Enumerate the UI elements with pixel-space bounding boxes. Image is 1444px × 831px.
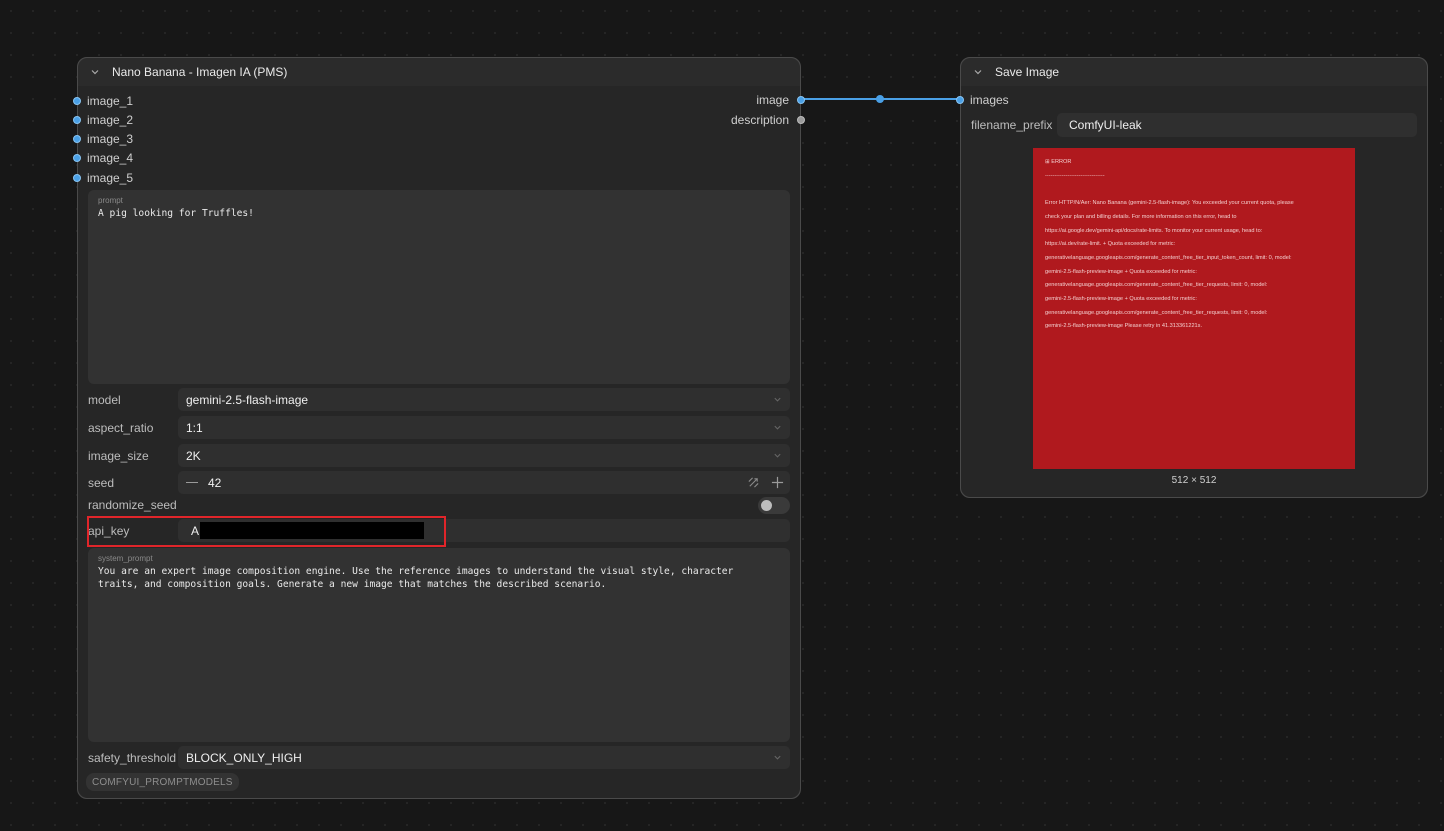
error-line: generativelanguage.googleapis.com/genera… bbox=[1045, 282, 1268, 289]
model-select[interactable]: gemini-2.5-flash-image bbox=[178, 388, 790, 411]
error-line: gemini-2.5-flash-preview-image + Quota e… bbox=[1045, 296, 1197, 303]
prompt-textarea[interactable]: prompt A pig looking for Truffles! bbox=[88, 190, 790, 384]
safety-threshold-label: safety_threshold bbox=[88, 750, 177, 765]
output-slot-image[interactable]: image bbox=[756, 92, 805, 108]
slot-dot-icon[interactable] bbox=[73, 135, 81, 143]
slot-label: image_3 bbox=[87, 132, 134, 146]
input-slot-image-1[interactable]: image_1 bbox=[73, 93, 133, 109]
slot-label: image_1 bbox=[87, 94, 134, 108]
filename-prefix-value: ComfyUI-leak bbox=[1069, 118, 1142, 132]
node-title: Nano Banana - Imagen IA (PMS) bbox=[112, 65, 288, 79]
safety-threshold-select[interactable]: BLOCK_ONLY_HIGH bbox=[178, 746, 790, 769]
randomize-link-icon[interactable] bbox=[747, 476, 760, 492]
error-line: https://ai.dev/rate-limit. + Quota excee… bbox=[1045, 241, 1176, 248]
slot-dot-icon[interactable] bbox=[73, 97, 81, 105]
model-value: gemini-2.5-flash-image bbox=[186, 392, 309, 407]
input-slot-image-4[interactable]: image_4 bbox=[73, 150, 133, 166]
error-line: https://ai.google.dev/gemini-api/docs/ra… bbox=[1045, 227, 1263, 234]
seed-number-input[interactable]: 42 bbox=[178, 471, 790, 494]
slot-dot-icon[interactable] bbox=[956, 96, 964, 104]
error-line: gemini-2.5-flash-preview-image + Quota e… bbox=[1045, 268, 1197, 275]
system-prompt-textarea[interactable]: system_prompt You are an expert image co… bbox=[88, 548, 790, 742]
toggle-knob bbox=[761, 500, 772, 511]
aspect-ratio-value: 1:1 bbox=[186, 420, 203, 435]
image-size-label: image_size bbox=[88, 448, 149, 463]
error-line: Error HTTP/N/Aer: Nano Banana (gemini-2.… bbox=[1045, 200, 1294, 207]
slot-label: images bbox=[970, 93, 1009, 107]
link-midpoint[interactable] bbox=[876, 95, 884, 103]
image-size-value: 2K bbox=[186, 448, 201, 463]
seed-value: 42 bbox=[208, 475, 222, 490]
slot-label: image_5 bbox=[87, 171, 134, 185]
system-prompt-label: system_prompt bbox=[98, 554, 153, 563]
node-body: image_1 image_2 image_3 image_4 image_5 … bbox=[73, 86, 805, 798]
image-preview[interactable]: ⊞ ERROR -------------------------------- … bbox=[1033, 148, 1355, 469]
preview-size-label: 512 × 512 bbox=[1171, 475, 1217, 486]
chevron-down-icon bbox=[773, 423, 782, 432]
error-line bbox=[1045, 183, 1347, 197]
input-slot-image-3[interactable]: image_3 bbox=[73, 131, 133, 147]
node-title: Save Image bbox=[995, 65, 1060, 79]
save-image-node[interactable]: Save Image images filename_prefix ComfyU… bbox=[956, 57, 1428, 498]
collapse-chevron-icon[interactable] bbox=[88, 65, 102, 79]
collapse-chevron-icon[interactable] bbox=[971, 65, 985, 79]
randomize-seed-toggle[interactable] bbox=[758, 497, 790, 514]
node-header[interactable]: Nano Banana - Imagen IA (PMS) bbox=[78, 58, 800, 87]
error-text: ⊞ ERROR -------------------------------- … bbox=[1045, 156, 1347, 334]
slot-label: image_4 bbox=[87, 151, 134, 165]
source-badge: COMFYUI_PROMPTMODELS bbox=[86, 773, 239, 791]
slot-label: description bbox=[730, 113, 789, 127]
decrement-icon[interactable] bbox=[186, 482, 198, 483]
error-line: gemini-2.5-flash-preview-image Please re… bbox=[1045, 323, 1203, 330]
highlight-box bbox=[87, 516, 446, 547]
safety-threshold-value: BLOCK_ONLY_HIGH bbox=[186, 750, 302, 765]
filename-prefix-input[interactable]: ComfyUI-leak bbox=[1057, 113, 1417, 137]
aspect-ratio-select[interactable]: 1:1 bbox=[178, 416, 790, 439]
slot-dot-icon[interactable] bbox=[73, 174, 81, 182]
chevron-down-icon bbox=[773, 753, 782, 762]
node-body: images filename_prefix ComfyUI-leak ⊞ ER… bbox=[956, 86, 1427, 497]
prompt-label: prompt bbox=[98, 196, 123, 205]
model-label: model bbox=[88, 392, 121, 407]
input-slot-images[interactable]: images bbox=[956, 92, 1009, 108]
system-prompt-text: You are an expert image composition engi… bbox=[98, 566, 734, 590]
image-size-select[interactable]: 2K bbox=[178, 444, 790, 467]
slot-dot-icon[interactable] bbox=[797, 116, 805, 124]
error-line: ⊞ ERROR bbox=[1045, 159, 1072, 165]
slot-dot-icon[interactable] bbox=[797, 96, 805, 104]
aspect-ratio-label: aspect_ratio bbox=[88, 420, 154, 435]
node-header[interactable]: Save Image bbox=[961, 58, 1427, 87]
slot-dot-icon[interactable] bbox=[73, 116, 81, 124]
chevron-down-icon bbox=[773, 451, 782, 460]
input-slot-image-5[interactable]: image_5 bbox=[73, 170, 133, 186]
seed-label: seed bbox=[88, 475, 115, 490]
filename-prefix-label: filename_prefix bbox=[971, 118, 1053, 132]
randomize-seed-label: randomize_seed bbox=[88, 498, 177, 512]
nano-banana-node[interactable]: Nano Banana - Imagen IA (PMS) image_1 im… bbox=[73, 57, 805, 799]
increment-icon[interactable] bbox=[771, 476, 784, 492]
chevron-down-icon bbox=[773, 395, 782, 404]
error-line: -------------------------------- bbox=[1045, 172, 1105, 179]
input-slot-image-2[interactable]: image_2 bbox=[73, 112, 133, 128]
error-line: generativelanguage.googleapis.com/genera… bbox=[1045, 254, 1292, 261]
output-slot-description[interactable]: description bbox=[731, 112, 805, 128]
error-line: check your plan and billing details. For… bbox=[1045, 213, 1237, 220]
slot-label: image bbox=[756, 93, 789, 107]
error-line: generativelanguage.googleapis.com/genera… bbox=[1045, 309, 1268, 316]
prompt-text: A pig looking for Truffles! bbox=[98, 208, 254, 219]
slot-label: image_2 bbox=[87, 113, 134, 127]
slot-dot-icon[interactable] bbox=[73, 154, 81, 162]
